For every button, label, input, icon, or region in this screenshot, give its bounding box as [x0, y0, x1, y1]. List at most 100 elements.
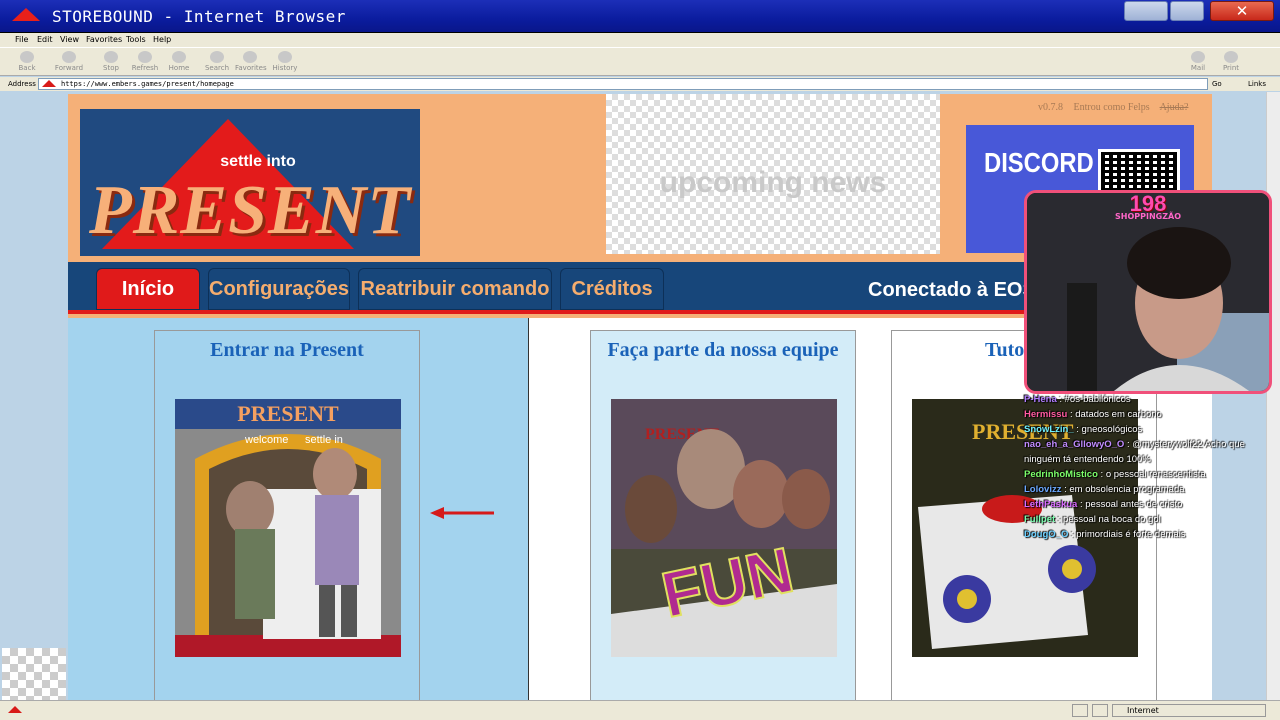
history-icon [278, 51, 292, 63]
store-entrance-image[interactable]: PRESENT welcome settle in [175, 399, 401, 657]
chat-text: : em obsolencia programada [1064, 484, 1185, 495]
team-image[interactable]: PRESENT FUN [611, 399, 837, 657]
refresh-button[interactable]: Refresh [130, 51, 160, 72]
back-button[interactable]: Back [12, 51, 42, 72]
store-entrance-art: PRESENT welcome settle in [175, 399, 401, 657]
connection-status: Conectado à EOS [868, 279, 1036, 301]
missing-texture [2, 648, 66, 700]
tab-configuracoes[interactable]: Configurações [208, 268, 350, 310]
tab-creditos[interactable]: Créditos [560, 268, 664, 310]
minimize-button[interactable] [1124, 1, 1168, 21]
status-icon [8, 706, 22, 713]
team-art: PRESENT FUN [611, 399, 837, 657]
vertical-scrollbar[interactable] [1266, 92, 1280, 700]
menu-edit[interactable]: Edit [37, 35, 53, 44]
chat-text: : o pessoal renascentista [1100, 469, 1206, 480]
favorites-button[interactable]: Favorites [235, 51, 267, 72]
card-enter-present[interactable]: Entrar na Present PRESENT welcome settle… [154, 330, 420, 700]
webcam-overlay: 198 SHOPPINGZÃO [1024, 190, 1272, 394]
menu-view[interactable]: View [60, 35, 79, 44]
chat-username: nao_eh_a_GllowyO_O [1024, 439, 1125, 450]
chat-username: LethPaskua [1024, 499, 1078, 510]
address-bar: Address https://www.embers.games/present… [0, 77, 1280, 91]
chat-text: : datados em carbono [1069, 409, 1162, 420]
webcam-feed [1027, 193, 1269, 391]
stop-button[interactable]: Stop [96, 51, 126, 72]
version-label: v0.7.8 [1038, 102, 1063, 113]
chat-message: P-Hena : #os-babilônicos [1024, 392, 1268, 407]
tab-reatribuir-comando[interactable]: Reatribuir comando [358, 268, 552, 310]
chat-username: P-Hena [1024, 394, 1057, 405]
discord-label: DISCORD [984, 147, 1094, 178]
go-button[interactable]: Go [1212, 80, 1222, 88]
store-welcome-text: welcome [244, 434, 288, 446]
chat-message: Lolovizz : em obsolencia programada [1024, 482, 1268, 497]
toolbar: Back Forward Stop Refresh Home Search Fa… [0, 47, 1280, 76]
print-button[interactable]: Print [1216, 51, 1246, 72]
forward-button[interactable]: Forward [54, 51, 84, 72]
help-link[interactable]: Ajuda? [1160, 102, 1189, 113]
news-banner: upcoming news [606, 94, 940, 254]
address-input[interactable]: https://www.embers.games/present/homepag… [38, 78, 1208, 90]
chat-message: LethPaskua : pessoal antes de cristo [1024, 497, 1268, 512]
stop-icon [104, 51, 118, 63]
address-url: https://www.embers.games/present/homepag… [61, 80, 234, 88]
left-arrow-icon [430, 507, 494, 519]
home-icon [172, 51, 186, 63]
back-arrow-icon [20, 51, 34, 63]
menu-file[interactable]: File [15, 35, 28, 44]
links-button[interactable]: Links [1248, 80, 1266, 88]
chat-message: DougO_O : primordiais é forte demais [1024, 527, 1268, 542]
security-zone: Internet [1112, 704, 1266, 717]
mail-icon [1191, 51, 1205, 63]
refresh-icon [138, 51, 152, 63]
star-icon [243, 51, 257, 63]
search-button[interactable]: Search [202, 51, 232, 72]
chat-username: Lolovizz [1024, 484, 1062, 495]
forward-arrow-icon [62, 51, 76, 63]
tab-inicio[interactable]: Início [96, 268, 200, 310]
account-info: v0.7.8 Entrou como Felps Ajuda? [1038, 102, 1196, 113]
title-bar[interactable]: STOREBOUND - Internet Browser ✕ [0, 0, 1280, 33]
store-settle-text: settle in [305, 434, 343, 446]
chat-username: Hermissu [1024, 409, 1068, 420]
site-icon [42, 80, 56, 87]
mail-button[interactable]: Mail [1183, 51, 1213, 72]
chat-username: PedrinhoMistico [1024, 469, 1098, 480]
chat-username: Fullpet [1024, 514, 1056, 525]
printer-icon [1224, 51, 1238, 63]
chat-message: Hermissu : datados em carbono [1024, 407, 1268, 422]
menu-bar: File Edit View Favorites Tools Help [0, 33, 1280, 47]
home-button[interactable]: Home [164, 51, 194, 72]
logo-wordmark: PRESENT [88, 172, 412, 249]
chat-username: SnowLzin_ [1024, 424, 1074, 435]
webcam-label: SHOPPINGZÃO [1114, 212, 1181, 221]
present-logo[interactable]: settle into PRESENT [80, 109, 420, 256]
logged-in-label: Entrou como Felps [1073, 102, 1150, 113]
chat-text: : pessoal antes de cristo [1079, 499, 1183, 510]
browser-window: STOREBOUND - Internet Browser ✕ File Edi… [0, 0, 1280, 720]
status-panel [1072, 704, 1088, 717]
news-text: upcoming news [659, 166, 887, 199]
chat-text: : primordiais é forte demais [1070, 529, 1186, 540]
chat-message: SnowLzin_ : gneosológicos [1024, 422, 1268, 437]
card-title: Entrar na Present [210, 339, 364, 361]
card-join-team[interactable]: Faça parte da nossa equipe PRESENT FUN [590, 330, 856, 700]
chat-message: Fullpet : pessoal na boca do gol [1024, 512, 1268, 527]
chat-text: : #os-babilônicos [1059, 394, 1131, 405]
card-title: Faça parte da nossa equipe [607, 339, 839, 361]
search-icon [210, 51, 224, 63]
history-button[interactable]: History [270, 51, 300, 72]
close-button[interactable]: ✕ [1210, 1, 1274, 21]
chat-message: PedrinhoMistico : o pessoal renascentist… [1024, 467, 1268, 482]
menu-tools[interactable]: Tools [126, 35, 146, 44]
chat-text: : gneosológicos [1076, 424, 1143, 435]
menu-favorites[interactable]: Favorites [86, 35, 122, 44]
chat-message: nao_eh_a_GllowyO_O : @mysterywolf22 Acho… [1024, 437, 1268, 467]
chat-text: : pessoal na boca do gol [1057, 514, 1161, 525]
window-title: STOREBOUND - Internet Browser [52, 7, 346, 26]
maximize-button[interactable] [1170, 1, 1204, 21]
menu-help[interactable]: Help [153, 35, 171, 44]
store-sign-text: PRESENT [237, 401, 339, 426]
logo-tagline: settle into [220, 153, 296, 170]
